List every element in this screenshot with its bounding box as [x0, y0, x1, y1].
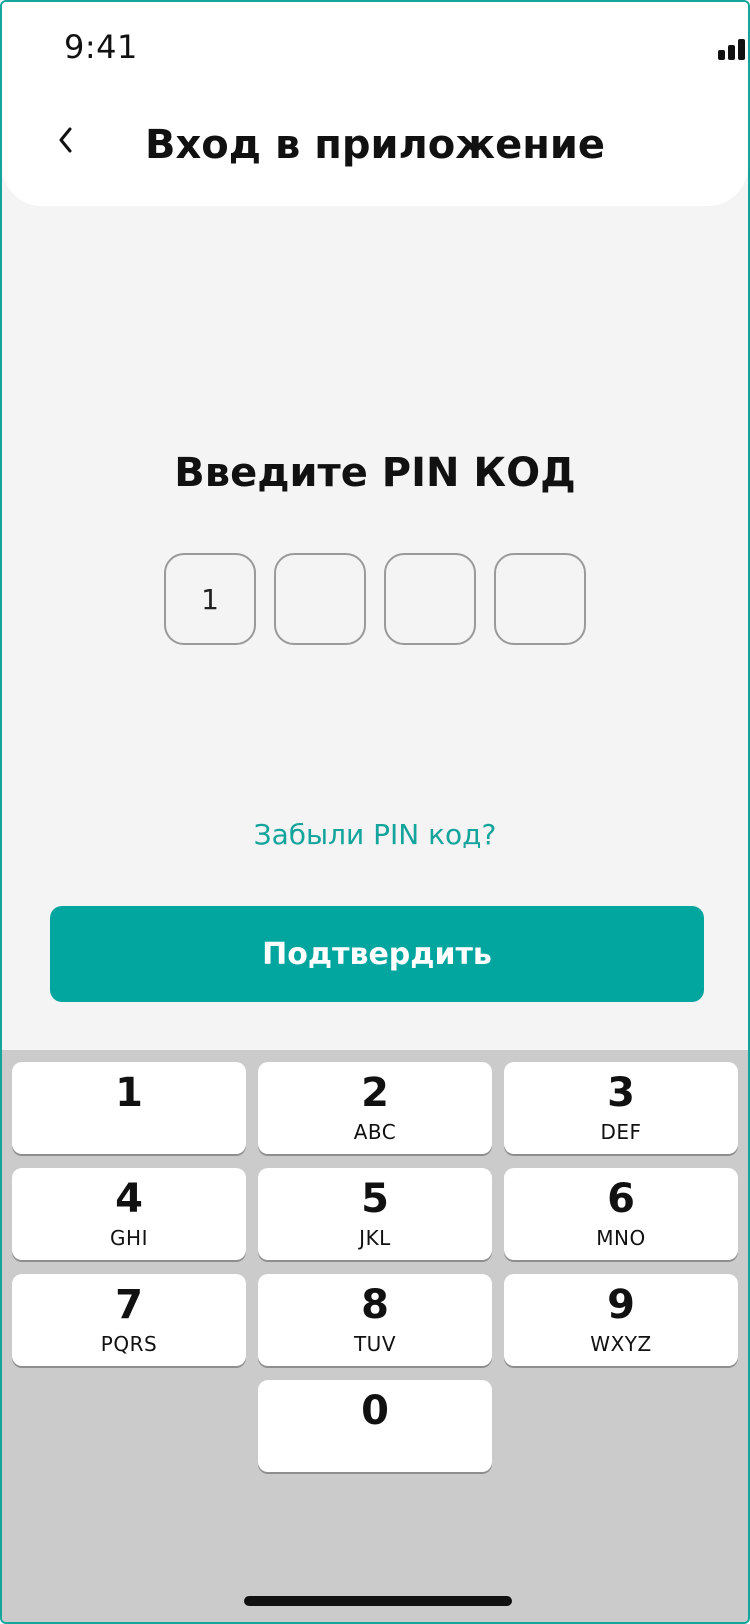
signal-icon — [718, 39, 745, 60]
key-digit: 0 — [361, 1388, 389, 1434]
pin-title: Введите PIN КОД — [174, 450, 576, 496]
key-letters: WXYZ — [590, 1332, 652, 1356]
key-3[interactable]: 3 DEF — [504, 1062, 738, 1154]
key-2[interactable]: 2 ABC — [258, 1062, 492, 1154]
key-7[interactable]: 7 PQRS — [12, 1274, 246, 1366]
home-indicator — [244, 1596, 512, 1606]
confirm-button[interactable]: Подтвердить — [50, 906, 704, 1002]
key-letters: MNO — [596, 1226, 646, 1250]
forgot-pin-link[interactable]: Забыли PIN код? — [2, 818, 748, 851]
key-0[interactable]: 0 — [258, 1380, 492, 1472]
pin-cell-2[interactable] — [274, 553, 366, 645]
key-6[interactable]: 6 MNO — [504, 1168, 738, 1260]
key-8[interactable]: 8 TUV — [258, 1274, 492, 1366]
key-letters: GHI — [110, 1226, 148, 1250]
key-letters: JKL — [359, 1226, 391, 1250]
key-digit: 2 — [361, 1070, 389, 1116]
key-letters: TUV — [353, 1332, 397, 1356]
key-digit: 6 — [607, 1176, 635, 1222]
pin-cell-1[interactable]: 1 — [164, 553, 256, 645]
pin-input-row[interactable]: 1 — [2, 553, 748, 645]
key-digit: 9 — [607, 1282, 635, 1328]
numeric-keypad: 1 2 ABC 3 DEF 4 GHI 5 JKL 6 MNO 7 PQRS 8 — [2, 1050, 748, 1622]
pin-cell-4[interactable] — [494, 553, 586, 645]
page-title: Вход в приложение — [144, 122, 606, 168]
key-1[interactable]: 1 — [12, 1062, 246, 1154]
pin-cell-3[interactable] — [384, 553, 476, 645]
key-9[interactable]: 9 WXYZ — [504, 1274, 738, 1366]
key-digit: 4 — [115, 1176, 143, 1222]
key-letters: ABC — [353, 1120, 397, 1144]
key-letters: PQRS — [100, 1332, 158, 1356]
key-digit: 1 — [115, 1070, 143, 1116]
key-letters: DEF — [600, 1120, 642, 1144]
status-time: 9:41 — [64, 28, 138, 66]
key-digit: 8 — [361, 1282, 389, 1328]
app-screen: 9:41 Вход в приложение Введите PIN КОД 1… — [0, 0, 750, 1624]
header: 9:41 Вход в приложение — [2, 2, 748, 206]
key-digit: 7 — [115, 1282, 143, 1328]
key-5[interactable]: 5 JKL — [258, 1168, 492, 1260]
key-digit: 5 — [361, 1176, 389, 1222]
key-digit: 3 — [607, 1070, 635, 1116]
key-4[interactable]: 4 GHI — [12, 1168, 246, 1260]
